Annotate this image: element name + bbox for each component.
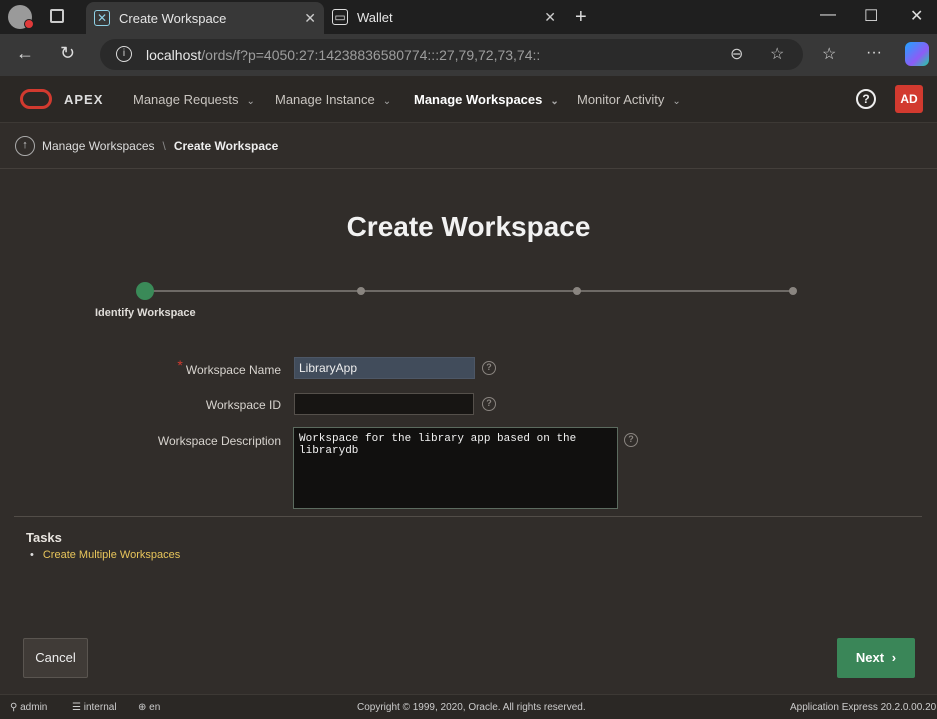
- workspace-id-label: Workspace ID: [205, 398, 281, 412]
- tab-title: Wallet: [357, 9, 393, 25]
- apex-header: APEX Manage Requests ⌄ Manage Instance ⌄ M…: [0, 76, 937, 123]
- help-icon[interactable]: ?: [856, 89, 876, 109]
- create-multiple-workspaces-link[interactable]: Create Multiple Workspaces: [30, 549, 180, 561]
- workspace-description-textarea[interactable]: Workspace for the library app based on t…: [293, 427, 618, 509]
- page-title: Create Workspace: [346, 211, 591, 242]
- copilot-icon[interactable]: [905, 42, 929, 66]
- section-divider: [14, 516, 922, 517]
- wallet-favicon-icon: ▭: [332, 9, 348, 25]
- workspace-description-label: Workspace Description: [157, 434, 281, 448]
- more-menu-icon[interactable]: ···: [866, 44, 882, 62]
- zoom-icon[interactable]: ⊖: [730, 44, 743, 64]
- workspace-name-label: * Workspace Name: [177, 357, 281, 377]
- required-icon: *: [177, 357, 183, 373]
- apex-favicon-icon: ✕: [94, 10, 110, 26]
- breadcrumb-separator: \: [162, 138, 166, 153]
- nav-manage-instance[interactable]: Manage Instance ⌄: [275, 92, 391, 107]
- new-tab-icon[interactable]: +: [575, 6, 587, 29]
- browser-tab-strip: ✕ Create Workspace ✕ ▭ Wallet ✕ + — ☐ ✕: [0, 0, 937, 34]
- help-question-icon[interactable]: ?: [482, 397, 496, 411]
- wizard-step-1: [136, 282, 154, 300]
- breadcrumb-parent[interactable]: Manage Workspaces: [42, 139, 155, 153]
- address-bar[interactable]: i localhost/ords/f?p=4050:27:14238836580…: [100, 39, 803, 70]
- apex-footer: ⚲ admin ☰ internal ⊕ en Copyright © 1999…: [0, 694, 937, 719]
- url-host: localhost: [146, 46, 202, 63]
- breadcrumb-current: Create Workspace: [173, 138, 279, 153]
- tab-actions-icon[interactable]: [50, 9, 64, 23]
- nav-manage-workspaces[interactable]: Manage Workspaces ⌄: [414, 92, 559, 107]
- nav-manage-requests[interactable]: Manage Requests ⌄: [133, 92, 255, 107]
- chevron-down-icon: ⌄: [382, 96, 392, 107]
- footer-language[interactable]: ⊕ en: [138, 702, 160, 713]
- browser-toolbar: ← ↻ i localhost/ords/f?p=4050:27:1423883…: [0, 34, 937, 76]
- favorite-star-icon[interactable]: ☆: [770, 44, 784, 64]
- footer-version: Application Express 20.2.0.00.20: [790, 702, 937, 713]
- wizard-step-3: [573, 287, 581, 295]
- user-avatar[interactable]: AD: [895, 85, 923, 113]
- next-button[interactable]: Next ›: [837, 638, 915, 678]
- database-icon: ☰: [72, 702, 81, 713]
- profile-avatar[interactable]: [8, 5, 34, 29]
- minimize-icon[interactable]: —: [820, 6, 836, 24]
- breadcrumb: ↑ Manage Workspaces \ Create Workspace: [0, 123, 937, 169]
- footer-copyright: Copyright © 1999, 2020, Oracle. All righ…: [357, 702, 586, 713]
- help-question-icon[interactable]: ?: [482, 361, 496, 375]
- globe-icon: ⊕: [138, 702, 147, 713]
- workspace-name-input[interactable]: [294, 357, 475, 379]
- wizard-step-4: [789, 287, 797, 295]
- workspace-id-input[interactable]: [294, 393, 474, 415]
- chevron-down-icon: ⌄: [672, 96, 681, 107]
- tab-close-icon[interactable]: ✕: [304, 10, 316, 27]
- tasks-heading: Tasks: [26, 530, 62, 545]
- apex-logo-text[interactable]: APEX: [64, 92, 103, 107]
- tab-create-workspace[interactable]: ✕ Create Workspace ✕: [86, 2, 324, 34]
- chevron-down-icon: ⌄: [550, 96, 559, 107]
- oracle-logo-icon[interactable]: [20, 89, 52, 109]
- up-arrow-icon[interactable]: ↑: [15, 135, 35, 156]
- window-close-icon[interactable]: ✕: [910, 6, 923, 26]
- tab-close-icon[interactable]: ✕: [544, 9, 556, 26]
- chevron-down-icon: ⌄: [246, 96, 255, 107]
- favorites-icon[interactable]: ☆: [822, 44, 836, 64]
- footer-workspace: ☰ internal: [72, 702, 117, 713]
- nav-monitor-activity[interactable]: Monitor Activity ⌄: [577, 92, 681, 107]
- wizard-step-label: Identify Workspace: [95, 307, 196, 319]
- tab-wallet[interactable]: ▭ Wallet ✕: [326, 0, 564, 34]
- help-question-icon[interactable]: ?: [624, 433, 638, 447]
- back-icon[interactable]: ←: [16, 43, 34, 64]
- wizard-progress-track: [145, 290, 793, 292]
- wizard-step-2: [357, 287, 365, 295]
- footer-user: ⚲ admin: [10, 702, 48, 713]
- url-path: /ords/f?p=4050:27:14238836580774:::27,79…: [201, 46, 541, 63]
- maximize-icon[interactable]: ☐: [864, 6, 878, 26]
- user-icon: ⚲: [10, 702, 18, 713]
- cancel-button[interactable]: Cancel: [23, 638, 88, 678]
- reload-icon[interactable]: ↻: [60, 43, 75, 64]
- tab-title: Create Workspace: [119, 10, 227, 26]
- site-info-icon[interactable]: i: [116, 46, 132, 62]
- chevron-right-icon: ›: [891, 650, 897, 665]
